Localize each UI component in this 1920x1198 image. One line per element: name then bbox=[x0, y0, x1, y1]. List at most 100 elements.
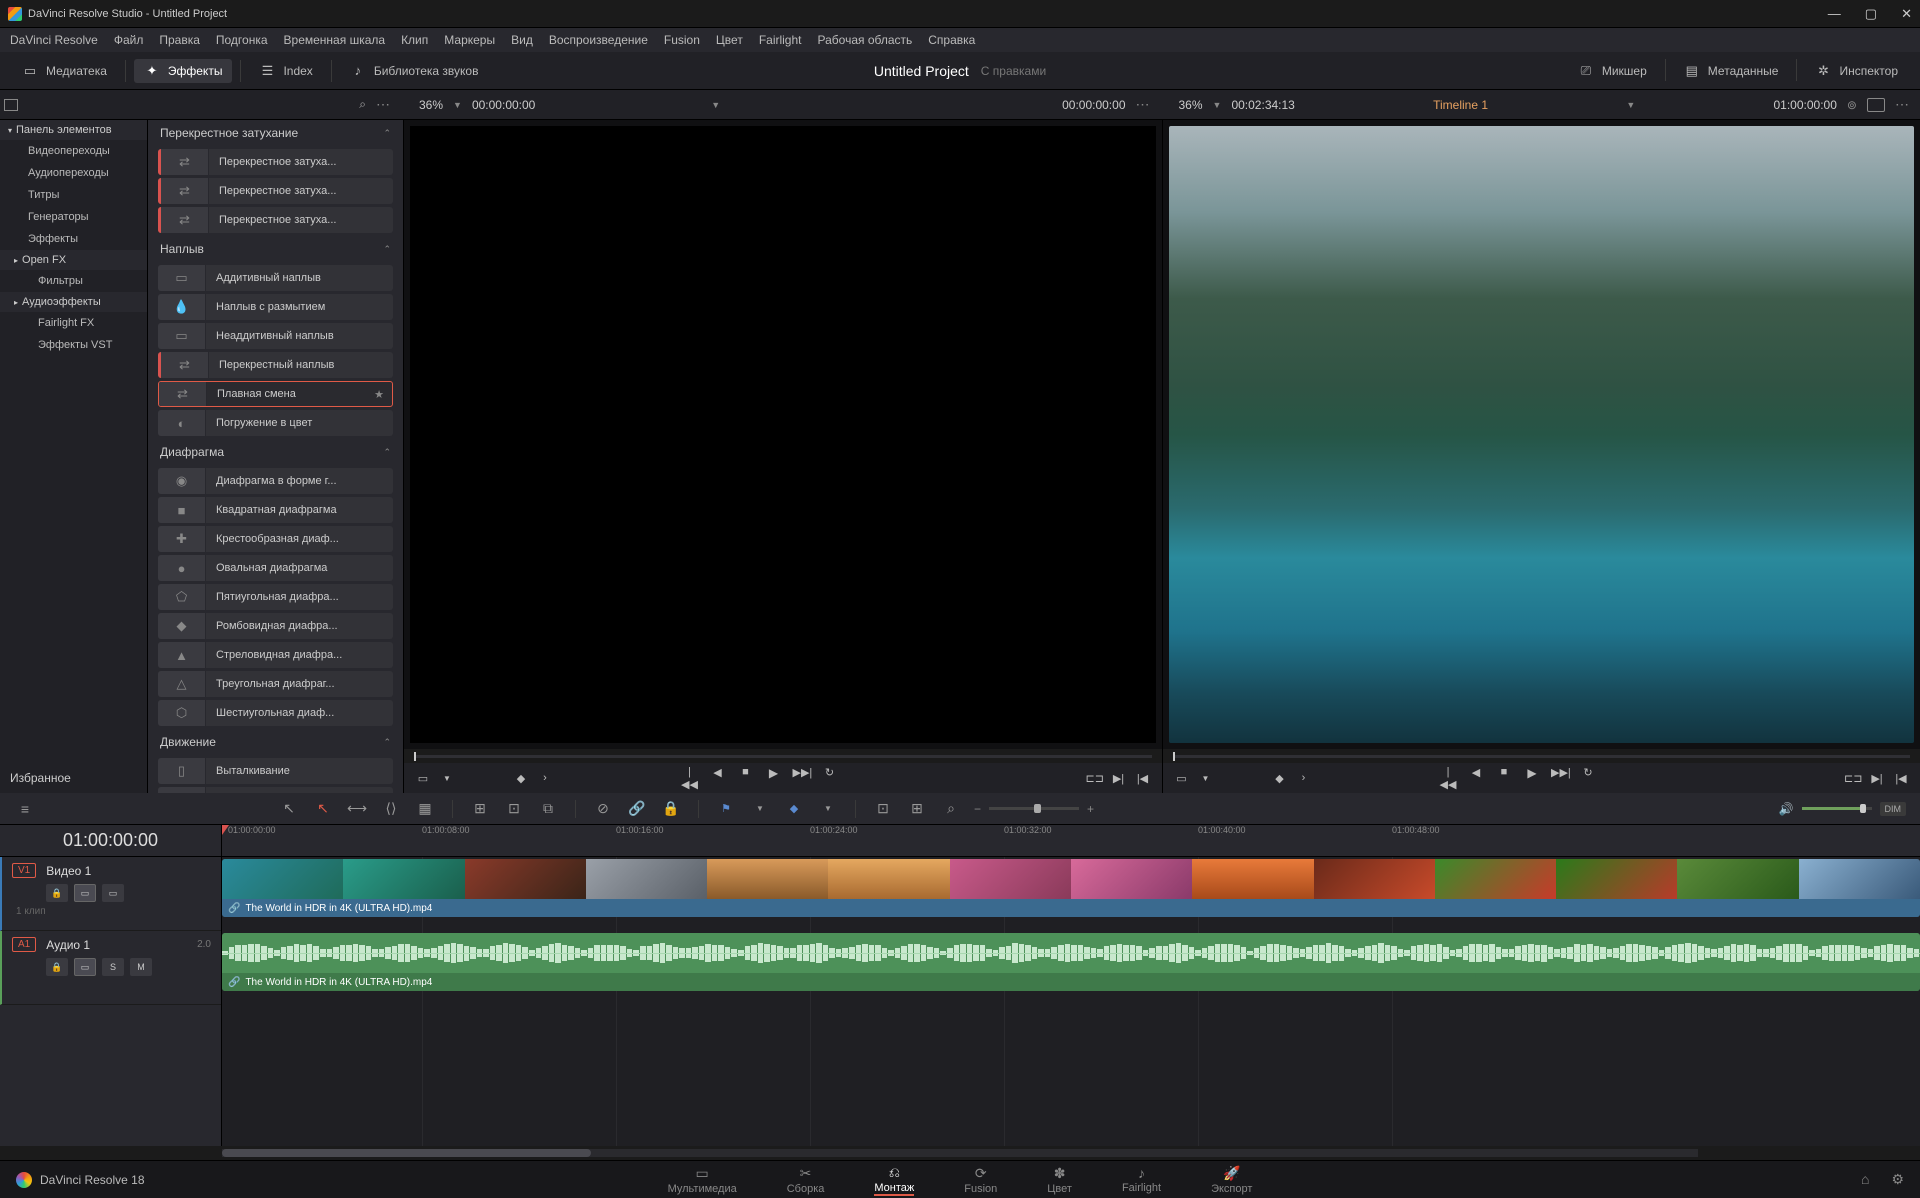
fx-item[interactable]: ▯▯Раздвигающиеся двери bbox=[158, 787, 393, 793]
program-zoom[interactable]: 36% bbox=[1179, 98, 1203, 112]
tab-media[interactable]: ▭Мультимедиа bbox=[668, 1165, 737, 1195]
mark-in-icon[interactable]: ⊏⊐ bbox=[1844, 772, 1862, 785]
chevron-down-icon[interactable]: ▼ bbox=[711, 100, 720, 110]
match-frame-icon[interactable]: ◆ bbox=[512, 772, 530, 785]
more-icon[interactable]: ⋯ bbox=[1895, 96, 1910, 113]
maximize-icon[interactable]: ▢ bbox=[1865, 6, 1877, 22]
menu-item[interactable]: Справка bbox=[928, 33, 975, 47]
panel-toggle-icon[interactable] bbox=[4, 99, 18, 111]
track-badge[interactable]: A1 bbox=[12, 937, 36, 952]
chevron-down-icon[interactable]: ▼ bbox=[1197, 774, 1215, 783]
category-item[interactable]: Аудиопереходы bbox=[0, 162, 147, 184]
chevron-down-icon[interactable]: ▼ bbox=[749, 804, 771, 813]
fx-item[interactable]: ⇄Перекрестное затуха... bbox=[158, 149, 393, 175]
program-scrubber[interactable] bbox=[1163, 749, 1920, 763]
fx-group-header[interactable]: Наплыв⌃ bbox=[148, 236, 403, 262]
fx-item[interactable]: ◐Погружение в цвет bbox=[158, 410, 393, 436]
menu-item[interactable]: Вид bbox=[511, 33, 533, 47]
timecode-display[interactable]: 01:00:00:00 bbox=[0, 825, 222, 856]
fx-item[interactable]: ▭Неаддитивный наплыв bbox=[158, 323, 393, 349]
stop-icon[interactable]: ■ bbox=[737, 766, 755, 791]
link-icon[interactable]: ⊘ bbox=[592, 800, 614, 817]
single-viewer-icon[interactable] bbox=[1867, 98, 1885, 112]
category-item[interactable]: Титры bbox=[0, 184, 147, 206]
go-out-icon[interactable]: |◀ bbox=[1892, 772, 1910, 785]
fx-item[interactable]: ⇄Перекрестное затуха... bbox=[158, 207, 393, 233]
category-item[interactable]: Эффекты bbox=[0, 228, 147, 250]
fx-item[interactable]: ▯Выталкивание bbox=[158, 758, 393, 784]
category-item[interactable]: Видеопереходы bbox=[0, 140, 147, 162]
mute-button[interactable]: M bbox=[130, 958, 152, 976]
viewmode-icon[interactable]: ▭ bbox=[414, 772, 432, 785]
fx-item[interactable]: 💧Наплыв с размытием bbox=[158, 294, 393, 320]
timeline-hscroll[interactable] bbox=[0, 1146, 1920, 1160]
audio-track-header[interactable]: A1 Аудио 1 2.0 🔒 ▭ S M bbox=[0, 931, 221, 1005]
mark-in-icon[interactable]: ⊏⊐ bbox=[1086, 772, 1104, 785]
zoom-detail-icon[interactable]: ⊞ bbox=[906, 800, 928, 817]
timeline-name[interactable]: Timeline 1 bbox=[1433, 98, 1488, 112]
tab-color[interactable]: ✽Цвет bbox=[1047, 1165, 1072, 1195]
chevron-down-icon[interactable]: ▼ bbox=[453, 100, 462, 110]
media-pool-toggle[interactable]: ▭Медиатека bbox=[12, 59, 117, 83]
source-scrubber[interactable] bbox=[404, 749, 1162, 763]
next-frame-icon[interactable]: ▶▶| bbox=[793, 766, 811, 791]
fx-group-header[interactable]: Движение⌃ bbox=[148, 729, 403, 755]
fx-item[interactable]: ◉Диафрагма в форме г... bbox=[158, 468, 393, 494]
fx-item[interactable]: ●Овальная диафрагма bbox=[158, 555, 393, 581]
tab-fusion[interactable]: ⟳Fusion bbox=[964, 1165, 997, 1195]
speaker-icon[interactable]: 🔊 bbox=[1779, 802, 1794, 816]
tab-edit[interactable]: ⎌Монтаж bbox=[874, 1164, 914, 1196]
menu-item[interactable]: Fusion bbox=[664, 33, 700, 47]
index-toggle[interactable]: ☰Index bbox=[249, 59, 322, 83]
chevron-down-icon[interactable]: ▼ bbox=[1626, 100, 1635, 110]
disable-track-icon[interactable]: ▭ bbox=[102, 884, 124, 902]
pointer-icon[interactable]: ↖ bbox=[278, 800, 300, 817]
category-item[interactable]: Генераторы bbox=[0, 206, 147, 228]
fx-item[interactable]: ⬡Шестиугольная диаф... bbox=[158, 700, 393, 726]
effects-toggle[interactable]: ✦Эффекты bbox=[134, 59, 233, 83]
more-icon[interactable]: ⋯ bbox=[376, 96, 391, 113]
inspector-toggle[interactable]: ✲Инспектор bbox=[1805, 59, 1908, 83]
menu-item[interactable]: Правка bbox=[159, 33, 200, 47]
menu-item[interactable]: Рабочая область bbox=[818, 33, 913, 47]
lock-icon[interactable]: 🔒 bbox=[660, 800, 682, 817]
category-item[interactable]: Фильтры bbox=[0, 270, 147, 292]
fx-item[interactable]: ✚Крестообразная диаф... bbox=[158, 526, 393, 552]
minimize-icon[interactable]: — bbox=[1828, 6, 1841, 22]
loop-icon[interactable]: ↻ bbox=[1579, 766, 1597, 791]
zoom-slider[interactable]: − + bbox=[974, 802, 1094, 816]
timeline-ruler[interactable]: 01:00:00:00 01:00:08:00 01:00:16:00 01:0… bbox=[222, 825, 1920, 856]
next-frame-icon[interactable]: ▶▶| bbox=[1551, 766, 1569, 791]
category-item[interactable]: Эффекты VST bbox=[0, 334, 147, 356]
sound-library-toggle[interactable]: ♪Библиотека звуков bbox=[340, 59, 489, 83]
auto-select-icon[interactable]: ▭ bbox=[74, 958, 96, 976]
search-icon[interactable]: ⌕ bbox=[359, 97, 366, 112]
fx-item[interactable]: △Треугольная диафраг... bbox=[158, 671, 393, 697]
video-track-header[interactable]: V1 Видео 1 🔒 ▭ ▭ 1 клип bbox=[0, 857, 221, 931]
chain-icon[interactable]: 🔗 bbox=[626, 800, 648, 817]
auto-select-icon[interactable]: ▭ bbox=[74, 884, 96, 902]
category-item[interactable]: Fairlight FX bbox=[0, 312, 147, 334]
insert-icon[interactable]: ⊞ bbox=[469, 800, 491, 817]
fx-group-header[interactable]: Перекрестное затухание⌃ bbox=[148, 120, 403, 146]
timeline-view-icon[interactable]: ≡ bbox=[14, 801, 36, 817]
menu-item[interactable]: Клип bbox=[401, 33, 428, 47]
loop-icon[interactable]: ↻ bbox=[821, 766, 839, 791]
openfx-header[interactable]: ▸Open FX bbox=[0, 250, 147, 270]
go-in-icon[interactable]: ▶| bbox=[1110, 772, 1128, 785]
fx-item[interactable]: ◆Ромбовидная диафра... bbox=[158, 613, 393, 639]
close-icon[interactable]: ✕ bbox=[1901, 6, 1912, 22]
fx-group-header[interactable]: Диафрагма⌃ bbox=[148, 439, 403, 465]
menu-item[interactable]: Fairlight bbox=[759, 33, 802, 47]
chevron-down-icon[interactable]: ▼ bbox=[438, 774, 456, 783]
viewmode-icon[interactable]: ▭ bbox=[1173, 772, 1191, 785]
bypass-icon[interactable]: ⊚ bbox=[1847, 98, 1857, 112]
lock-track-icon[interactable]: 🔒 bbox=[46, 884, 68, 902]
tab-cut[interactable]: ✂Сборка bbox=[787, 1165, 825, 1195]
dynamic-trim-icon[interactable]: ⟨⟩ bbox=[380, 800, 402, 817]
play-icon[interactable]: ▶ bbox=[765, 766, 783, 791]
play-icon[interactable]: ▶ bbox=[1523, 766, 1541, 791]
go-in-icon[interactable]: ▶| bbox=[1868, 772, 1886, 785]
mixer-toggle[interactable]: ⎚Микшер bbox=[1568, 59, 1657, 83]
prev-frame-icon[interactable]: ◀ bbox=[1467, 766, 1485, 791]
